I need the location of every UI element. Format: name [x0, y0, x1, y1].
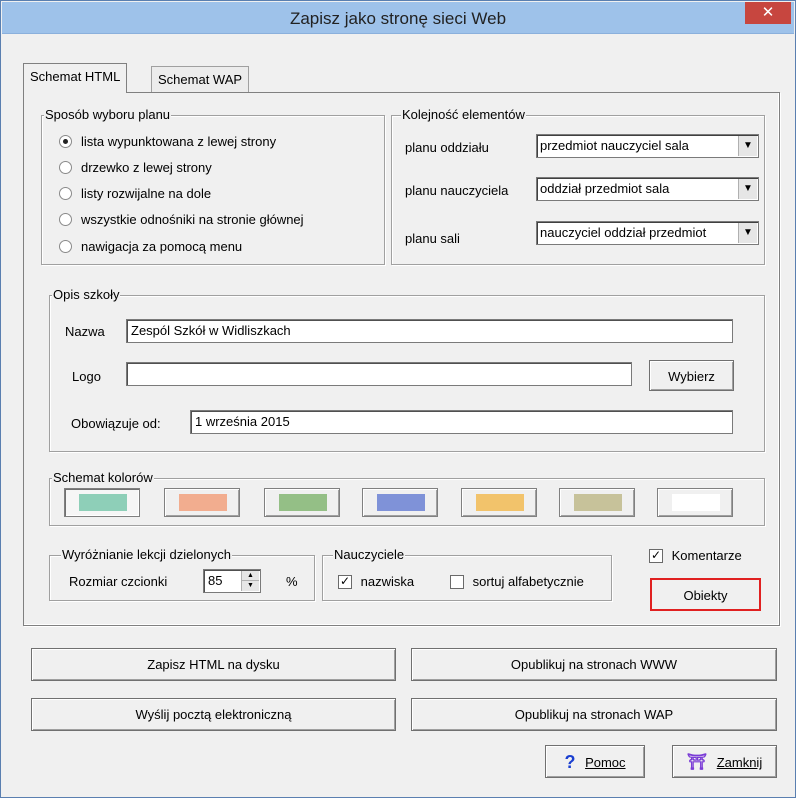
font-size-spinner[interactable]: 85 ▲ ▼: [203, 569, 261, 593]
swatch-3: [279, 494, 327, 511]
order-teacher-select[interactable]: oddział przedmiot sala ▼: [536, 177, 759, 201]
chevron-down-icon[interactable]: ▼: [738, 179, 757, 199]
radio-indicator: [59, 135, 72, 149]
chevron-down-icon[interactable]: ▼: [738, 136, 757, 156]
tab-schemat-html[interactable]: Schemat HTML: [23, 63, 128, 93]
select-value: nauczyciel oddział przedmiot: [540, 225, 707, 240]
color-scheme-7-button[interactable]: [657, 488, 733, 517]
plan-selection-title: Sposób wyboru planu: [44, 107, 172, 122]
help-label: Pomoc: [585, 755, 626, 771]
order-label-class: planu oddziału: [405, 140, 489, 155]
radio-indicator: [59, 213, 72, 227]
publish-wap-button[interactable]: Opublikuj na stronach WAP: [411, 698, 777, 731]
percent-sign: %: [286, 574, 298, 589]
split-lessons-title: Wyróżnianie lekcji dzielonych: [61, 547, 232, 562]
choose-logo-button[interactable]: Wybierz: [649, 360, 734, 391]
color-scheme-6-button[interactable]: [559, 488, 635, 517]
sort-label: sortuj alfabetycznie: [472, 574, 584, 589]
close-button[interactable]: ⛩ Zamknij: [672, 745, 777, 778]
question-mark-icon: ?: [564, 752, 576, 773]
window-title: Zapisz jako stronę sieci Web: [289, 9, 507, 28]
surnames-label: nazwiska: [360, 574, 415, 589]
element-order-title: Kolejność elementów: [401, 107, 526, 122]
comments-label: Komentarze: [671, 548, 742, 563]
comments-checkbox[interactable]: ✓ Komentarze: [649, 547, 742, 565]
dialog-window: Zapisz jako stronę sieci Web ✕ Schemat H…: [0, 0, 796, 798]
swatch-2: [179, 494, 227, 511]
select-value: oddział przedmiot sala: [540, 181, 670, 196]
checkbox-box: ✓: [338, 573, 352, 589]
radio-dropdown-lists[interactable]: listy rozwijalne na dole: [59, 184, 211, 204]
objects-button[interactable]: Obiekty: [650, 578, 761, 611]
radio-label: lista wypunktowana z lewej strony: [81, 134, 277, 149]
teachers-title: Nauczyciele: [333, 547, 406, 562]
door-exit-icon: ⛩: [686, 754, 708, 772]
color-scheme-4-button[interactable]: [362, 488, 438, 517]
title-bar[interactable]: Zapisz jako stronę sieci Web ✕: [2, 2, 794, 34]
valid-from-label: Obowiązuje od:: [71, 416, 161, 431]
swatch-1: [79, 494, 127, 511]
checkbox-box: [450, 574, 464, 589]
save-html-button[interactable]: Zapisz HTML na dysku: [31, 648, 396, 681]
radio-tree[interactable]: drzewko z lewej strony: [59, 158, 212, 178]
font-size-value: 85: [208, 573, 223, 588]
order-label-room: planu sali: [405, 231, 460, 246]
close-label: Zamknij: [716, 755, 763, 771]
school-name-label: Nazwa: [65, 324, 105, 339]
valid-from-field[interactable]: 1 września 2015: [190, 410, 733, 434]
help-button[interactable]: ? Pomoc: [545, 745, 645, 778]
color-scheme-3-button[interactable]: [264, 488, 340, 517]
radio-label: wszystkie odnośniki na stronie głównej: [81, 212, 304, 227]
select-value: przedmiot nauczyciel sala: [540, 138, 689, 153]
swatch-5: [476, 494, 524, 511]
color-scheme-title: Schemat kolorów: [52, 470, 154, 485]
radio-indicator: [59, 161, 72, 175]
school-description-title: Opis szkoły: [52, 287, 121, 302]
swatch-7: [672, 494, 720, 511]
logo-label: Logo: [72, 369, 101, 384]
tab-schemat-wap[interactable]: Schemat WAP: [151, 66, 250, 93]
radio-indicator: [59, 240, 72, 254]
spin-up-icon[interactable]: ▲: [241, 571, 259, 581]
surnames-checkbox[interactable]: ✓ nazwiska: [338, 573, 414, 591]
checkbox-box: ✓: [649, 547, 663, 563]
color-scheme-2-button[interactable]: [164, 488, 240, 517]
radio-label: listy rozwijalne na dole: [81, 186, 212, 201]
radio-menu-navigation[interactable]: nawigacja za pomocą menu: [59, 237, 242, 257]
order-room-select[interactable]: nauczyciel oddział przedmiot ▼: [536, 221, 759, 245]
send-email-button[interactable]: Wyślij pocztą elektroniczną: [31, 698, 396, 731]
radio-bulleted-list[interactable]: lista wypunktowana z lewej strony: [59, 132, 276, 152]
close-window-button[interactable]: ✕: [745, 2, 791, 24]
radio-indicator: [59, 187, 72, 201]
radio-label: nawigacja za pomocą menu: [81, 239, 243, 254]
font-size-label: Rozmiar czcionki: [69, 574, 168, 589]
sort-alphabetically-checkbox[interactable]: sortuj alfabetycznie: [450, 573, 584, 591]
swatch-4: [377, 494, 425, 511]
radio-all-links[interactable]: wszystkie odnośniki na stronie głównej: [59, 210, 304, 230]
color-scheme-1-button[interactable]: [64, 488, 140, 517]
swatch-6: [574, 494, 622, 511]
spin-down-icon[interactable]: ▼: [241, 581, 259, 591]
school-name-field[interactable]: Zespól Szkół w Widliszkach: [126, 319, 733, 343]
order-class-select[interactable]: przedmiot nauczyciel sala ▼: [536, 134, 759, 158]
order-label-teacher: planu nauczyciela: [405, 183, 509, 198]
radio-label: drzewko z lewej strony: [81, 160, 212, 175]
publish-www-button[interactable]: Opublikuj na stronach WWW: [411, 648, 777, 681]
chevron-down-icon[interactable]: ▼: [738, 223, 757, 243]
color-scheme-5-button[interactable]: [461, 488, 537, 517]
logo-field[interactable]: [126, 362, 632, 386]
